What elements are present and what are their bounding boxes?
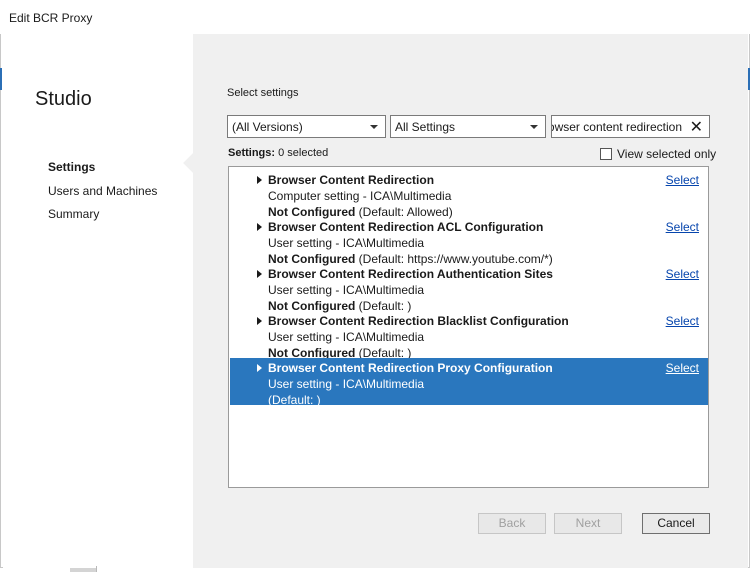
sidebar-item-summary[interactable]: Summary	[48, 207, 99, 221]
background-divider	[96, 566, 97, 572]
setting-row[interactable]: Browser Content Redirection ACL Configur…	[230, 217, 708, 266]
setting-name: Browser Content Redirection Proxy Config…	[268, 361, 553, 375]
setting-row[interactable]: Browser Content Redirection Computer set…	[230, 170, 708, 219]
title-bar: Edit BCR Proxy	[0, 0, 750, 34]
setting-state: (Default: )	[268, 393, 321, 407]
expand-arrow-icon[interactable]	[257, 176, 262, 184]
next-button[interactable]: Next	[554, 513, 622, 534]
setting-type: User setting - ICA\Multimedia	[268, 236, 425, 250]
setting-row[interactable]: Browser Content Redirection Authenticati…	[230, 264, 708, 313]
setting-type: User setting - ICA\Multimedia	[268, 377, 425, 391]
view-selected-only-label: View selected only	[617, 147, 717, 161]
setting-row-selected[interactable]: Browser Content Redirection Proxy Config…	[230, 358, 708, 407]
window-edge-accent-left	[0, 68, 2, 90]
category-filter-value: All Settings	[395, 120, 456, 134]
setting-name: Browser Content Redirection	[268, 173, 435, 187]
setting-name: Browser Content Redirection Authenticati…	[268, 267, 553, 281]
checkbox-icon	[600, 148, 612, 160]
cancel-button[interactable]: Cancel	[642, 513, 710, 534]
back-button[interactable]: Back	[478, 513, 546, 534]
setting-type: User setting - ICA\Multimedia	[268, 283, 425, 297]
sidebar-item-users-and-machines[interactable]: Users and Machines	[48, 184, 157, 198]
version-filter-value: (All Versions)	[232, 120, 303, 134]
clear-search-icon[interactable]: ✕	[690, 117, 703, 137]
settings-count: Settings: 0 selected	[228, 147, 328, 159]
settings-label: Settings:	[228, 147, 276, 159]
version-filter-dropdown[interactable]: (All Versions)	[227, 115, 386, 138]
sidebar-title: Studio	[35, 88, 92, 110]
select-link[interactable]: Select	[666, 173, 699, 187]
setting-name: Browser Content Redirection Blacklist Co…	[268, 314, 569, 328]
search-input-value: browser content redirection	[551, 120, 682, 134]
section-label: Select settings	[227, 87, 299, 99]
sidebar	[3, 34, 193, 568]
expand-arrow-icon[interactable]	[257, 223, 262, 231]
expand-arrow-icon[interactable]	[257, 317, 262, 325]
select-link[interactable]: Select	[666, 314, 699, 328]
setting-default: (Default: )	[268, 393, 321, 407]
chevron-down-icon	[370, 125, 378, 129]
category-filter-dropdown[interactable]: All Settings	[390, 115, 546, 138]
select-link[interactable]: Select	[666, 220, 699, 234]
window-title: Edit BCR Proxy	[9, 11, 93, 25]
expand-arrow-icon[interactable]	[257, 364, 262, 372]
view-selected-only-checkbox[interactable]: View selected only	[600, 147, 716, 161]
selected-count: 0 selected	[278, 147, 329, 159]
sidebar-item-settings[interactable]: Settings	[48, 160, 95, 174]
select-link[interactable]: Select	[666, 267, 699, 281]
expand-arrow-icon[interactable]	[257, 270, 262, 278]
setting-row[interactable]: Browser Content Redirection Blacklist Co…	[230, 311, 708, 360]
search-input[interactable]: browser content redirection ✕	[551, 115, 710, 138]
setting-type: Computer setting - ICA\Multimedia	[268, 189, 452, 203]
settings-list[interactable]: Browser Content Redirection Computer set…	[228, 166, 709, 488]
background-fragment	[70, 568, 96, 572]
setting-type: User setting - ICA\Multimedia	[268, 330, 425, 344]
select-link[interactable]: Select	[666, 361, 699, 375]
chevron-down-icon	[530, 125, 538, 129]
setting-name: Browser Content Redirection ACL Configur…	[268, 220, 544, 234]
